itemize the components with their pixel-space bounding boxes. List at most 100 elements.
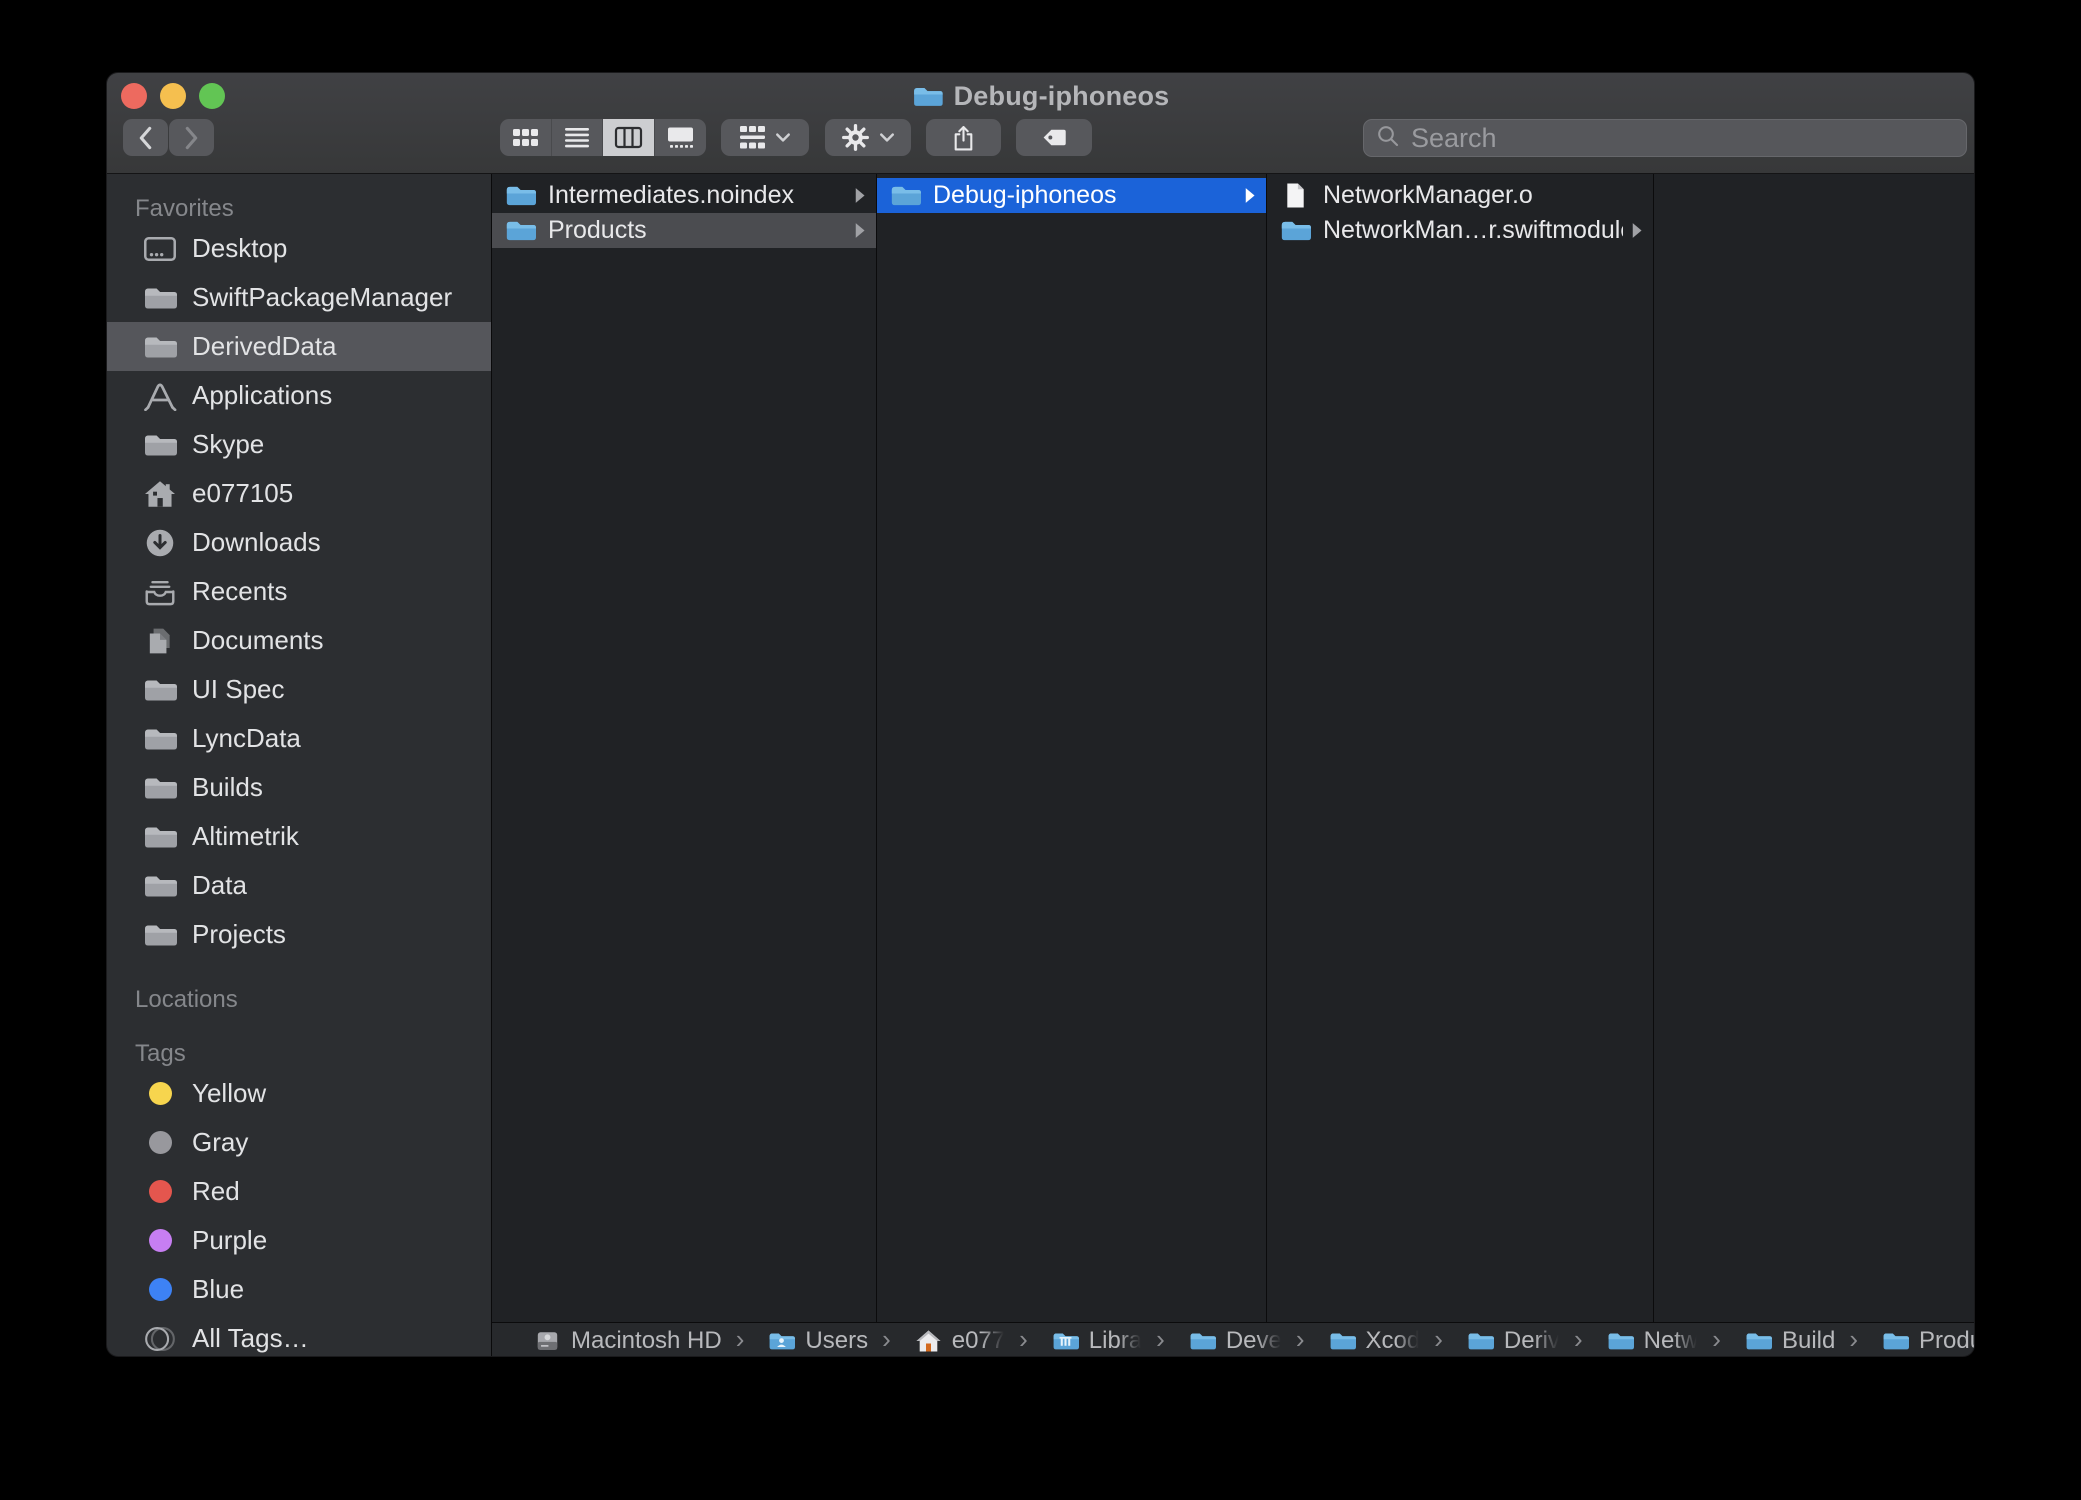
path-item-icon bbox=[1745, 1329, 1772, 1353]
item-icon bbox=[1280, 182, 1311, 209]
path-item-label: Users bbox=[805, 1327, 868, 1355]
sidebar-item-label: Altimetrik bbox=[192, 821, 299, 852]
sidebar-item[interactable]: LyncData bbox=[107, 714, 491, 763]
path-item-icon bbox=[915, 1329, 942, 1353]
path-item[interactable]: e077 bbox=[868, 1324, 1005, 1357]
path-item[interactable]: Netw bbox=[1560, 1324, 1698, 1357]
gear-icon bbox=[841, 123, 870, 152]
tag-icon bbox=[1041, 127, 1068, 148]
sidebar-item-label: Applications bbox=[192, 380, 332, 411]
path-item-label: e077 bbox=[952, 1327, 1005, 1355]
file-row[interactable]: Intermediates.noindex bbox=[492, 178, 876, 213]
chevron-left-icon bbox=[138, 126, 153, 150]
sidebar-item-icon bbox=[141, 281, 179, 315]
browser-column-4 bbox=[1654, 174, 1974, 1322]
search-icon bbox=[1376, 124, 1400, 153]
item-icon bbox=[505, 182, 536, 209]
sidebar-tag-item[interactable]: Purple bbox=[107, 1216, 491, 1265]
toolbar bbox=[107, 119, 1974, 159]
sidebar-item[interactable]: e077105 bbox=[107, 469, 491, 518]
sidebar-item-label: SwiftPackageManager bbox=[192, 282, 452, 313]
sidebar-tag-item[interactable]: Red bbox=[107, 1167, 491, 1216]
sidebar-item-icon bbox=[141, 379, 179, 413]
sidebar-item-label: LyncData bbox=[192, 723, 301, 754]
sidebar-item[interactable]: Projects bbox=[107, 910, 491, 959]
path-item[interactable]: Xcod bbox=[1282, 1324, 1420, 1357]
gallery-view-button[interactable] bbox=[655, 119, 707, 156]
file-row[interactable]: NetworkMan…r.swiftmodule bbox=[1267, 213, 1653, 248]
sidebar-item[interactable]: Builds bbox=[107, 763, 491, 812]
path-item-label: Products bbox=[1919, 1327, 1974, 1355]
sidebar-tag-label: Blue bbox=[192, 1274, 244, 1305]
path-item-icon bbox=[1052, 1329, 1079, 1353]
sidebar-item[interactable]: Applications bbox=[107, 371, 491, 420]
tags-list: Yellow Gray Red Purple Blue bbox=[107, 1069, 491, 1357]
search-field[interactable] bbox=[1363, 119, 1967, 157]
forward-button[interactable] bbox=[169, 119, 214, 156]
disclosure-icon bbox=[1244, 187, 1256, 204]
favorites-list: Desktop SwiftPackageManager DerivedData … bbox=[107, 224, 491, 959]
window-title-area: Debug-iphoneos bbox=[107, 80, 1974, 112]
title-folder-icon bbox=[912, 84, 943, 109]
path-item[interactable]: Build bbox=[1698, 1324, 1835, 1357]
path-item[interactable]: Libra bbox=[1005, 1324, 1142, 1357]
disclosure-icon bbox=[854, 222, 866, 239]
sidebar-item[interactable]: Desktop bbox=[107, 224, 491, 273]
path-item-icon bbox=[1329, 1329, 1356, 1353]
path-item[interactable]: Deriv bbox=[1420, 1324, 1560, 1357]
path-item-icon bbox=[1882, 1329, 1909, 1353]
file-row[interactable]: Debug-iphoneos bbox=[877, 178, 1266, 213]
action-menu-button[interactable] bbox=[825, 119, 911, 156]
sidebar-item-icon bbox=[141, 428, 179, 462]
sidebar-tag-item[interactable]: Gray bbox=[107, 1118, 491, 1167]
sidebar-section-locations[interactable]: Locations bbox=[107, 985, 491, 1015]
sidebar-item-icon bbox=[141, 820, 179, 854]
columns-view-button[interactable] bbox=[603, 119, 655, 156]
sidebar-item-label: Recents bbox=[192, 576, 287, 607]
sidebar-item[interactable]: Altimetrik bbox=[107, 812, 491, 861]
sidebar-section-tags[interactable]: Tags bbox=[107, 1039, 491, 1069]
sidebar-item[interactable]: DerivedData bbox=[107, 322, 491, 371]
path-item[interactable]: Products bbox=[1835, 1324, 1974, 1357]
item-label: Debug-iphoneos bbox=[933, 181, 1236, 210]
sidebar-item-icon bbox=[141, 330, 179, 364]
icons-view-button[interactable] bbox=[500, 119, 552, 156]
sidebar-item[interactable]: Skype bbox=[107, 420, 491, 469]
path-item-label: Xcod bbox=[1366, 1327, 1421, 1355]
search-input[interactable] bbox=[1409, 122, 1954, 155]
item-label: Intermediates.noindex bbox=[548, 181, 846, 210]
view-mode-segmented-control bbox=[500, 119, 706, 156]
path-item[interactable]: Deve bbox=[1142, 1324, 1282, 1357]
sidebar-item-icon bbox=[141, 575, 179, 609]
sidebar-item[interactable]: Data bbox=[107, 861, 491, 910]
item-icon bbox=[1280, 217, 1311, 244]
columns-view-icon bbox=[614, 126, 643, 149]
finder-window: Debug-iphoneos bbox=[106, 72, 1975, 1357]
sidebar-tag-item[interactable]: All Tags… bbox=[107, 1314, 491, 1357]
file-row[interactable]: NetworkManager.o bbox=[1267, 178, 1653, 213]
group-by-button[interactable] bbox=[721, 119, 809, 156]
sidebar-item[interactable]: Downloads bbox=[107, 518, 491, 567]
sidebar-item-icon bbox=[141, 232, 179, 266]
list-view-icon bbox=[564, 126, 590, 149]
path-item[interactable]: Macintosh HD bbox=[534, 1327, 722, 1355]
share-button[interactable] bbox=[926, 119, 1001, 156]
sidebar-tag-label: Red bbox=[192, 1176, 240, 1207]
sidebar-tag-item[interactable]: Yellow bbox=[107, 1069, 491, 1118]
tag-color-icon bbox=[141, 1175, 179, 1209]
back-button[interactable] bbox=[123, 119, 168, 156]
tag-button[interactable] bbox=[1016, 119, 1092, 156]
path-item[interactable]: Users bbox=[722, 1324, 868, 1357]
sidebar-tag-item[interactable]: Blue bbox=[107, 1265, 491, 1314]
sidebar-section-favorites[interactable]: Favorites bbox=[107, 194, 491, 224]
sidebar-item[interactable]: Documents bbox=[107, 616, 491, 665]
sidebar-item[interactable]: UI Spec bbox=[107, 665, 491, 714]
sidebar-item[interactable]: SwiftPackageManager bbox=[107, 273, 491, 322]
browser-column-3: NetworkManager.o NetworkMan…r.swiftmodul… bbox=[1267, 174, 1654, 1322]
file-row[interactable]: Products bbox=[492, 213, 876, 248]
tag-color-icon bbox=[141, 1077, 179, 1111]
sidebar-item-label: Data bbox=[192, 870, 247, 901]
sidebar-item[interactable]: Recents bbox=[107, 567, 491, 616]
sidebar-item-icon bbox=[141, 673, 179, 707]
list-view-button[interactable] bbox=[552, 119, 604, 156]
